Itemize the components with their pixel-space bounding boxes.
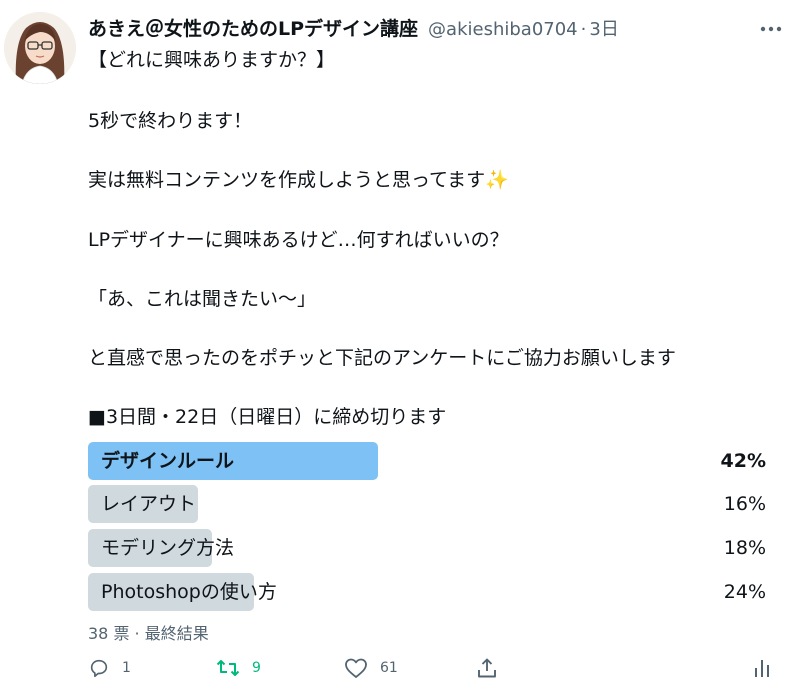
author-name[interactable]: あきえ＠女性のためのLPデザイン講座 [88, 14, 418, 41]
poll-option[interactable]: デザインルール 42% [88, 442, 778, 480]
tweet: あきえ＠女性のためのLPデザイン講座 @akieshiba0704 · 3日 【… [0, 0, 800, 699]
poll-option-label: Photoshopの使い方 [101, 581, 277, 603]
poll-option-label: モデリング方法 [101, 537, 235, 559]
share-icon [478, 658, 496, 678]
reply-count: 1 [122, 660, 131, 676]
retweet-icon [216, 660, 240, 676]
action-bar: 1 9 61 [80, 652, 780, 684]
poll-option-percent: 16% [723, 493, 766, 515]
poll-option[interactable]: モデリング方法 18% [88, 529, 778, 567]
poll-option-percent: 24% [723, 581, 766, 603]
poll-option-percent: 42% [720, 450, 766, 472]
share-button[interactable] [476, 652, 498, 684]
poll-results-meta: 38 票 · 最終結果 [88, 624, 209, 643]
retweet-button[interactable]: 9 [216, 652, 261, 684]
body-line-request: と直感で思ったのをポチッと下記のアンケートにご協力お願いします [88, 347, 676, 369]
poll-option-percent: 18% [723, 537, 766, 559]
avatar-illustration [4, 12, 76, 84]
body-line-plan: 実は無料コンテンツを作成しようと思ってます✨ [88, 169, 509, 191]
poll-option-label: レイアウト [101, 493, 197, 515]
body-line-deadline: ■3日間・22日（日曜日）に締め切ります [88, 406, 447, 428]
body-line-intro: 5秒で終わります！ [88, 110, 253, 132]
reply-button[interactable]: 1 [88, 652, 131, 684]
retweet-count: 9 [252, 660, 261, 676]
body-line-question: 【どれに興味ありますか？】 [88, 49, 336, 71]
heart-icon [345, 658, 367, 678]
tweet-time[interactable]: 3日 [589, 15, 618, 41]
avatar[interactable] [4, 12, 76, 84]
poll-option[interactable]: Photoshopの使い方 24% [88, 573, 778, 611]
separator-dot: · [580, 19, 587, 40]
analytics-icon [755, 660, 769, 677]
more-icon [760, 26, 782, 32]
poll-option[interactable]: レイアウト 16% [88, 485, 778, 523]
poll-option-label: デザインルール [101, 450, 235, 472]
like-count: 61 [380, 660, 398, 676]
body-line-quote: 「あ、これは聞きたい〜」 [88, 288, 317, 310]
analytics-button[interactable] [752, 652, 772, 684]
like-button[interactable]: 61 [344, 652, 398, 684]
more-options-button[interactable] [758, 16, 784, 42]
body-line-interest: LPデザイナーに興味あるけど…何すればいいの？ [88, 229, 509, 251]
author-handle[interactable]: @akieshiba0704 [428, 19, 578, 40]
reply-icon [90, 659, 108, 678]
tweet-header: あきえ＠女性のためのLPデザイン講座 @akieshiba0704 · 3日 [88, 14, 619, 42]
